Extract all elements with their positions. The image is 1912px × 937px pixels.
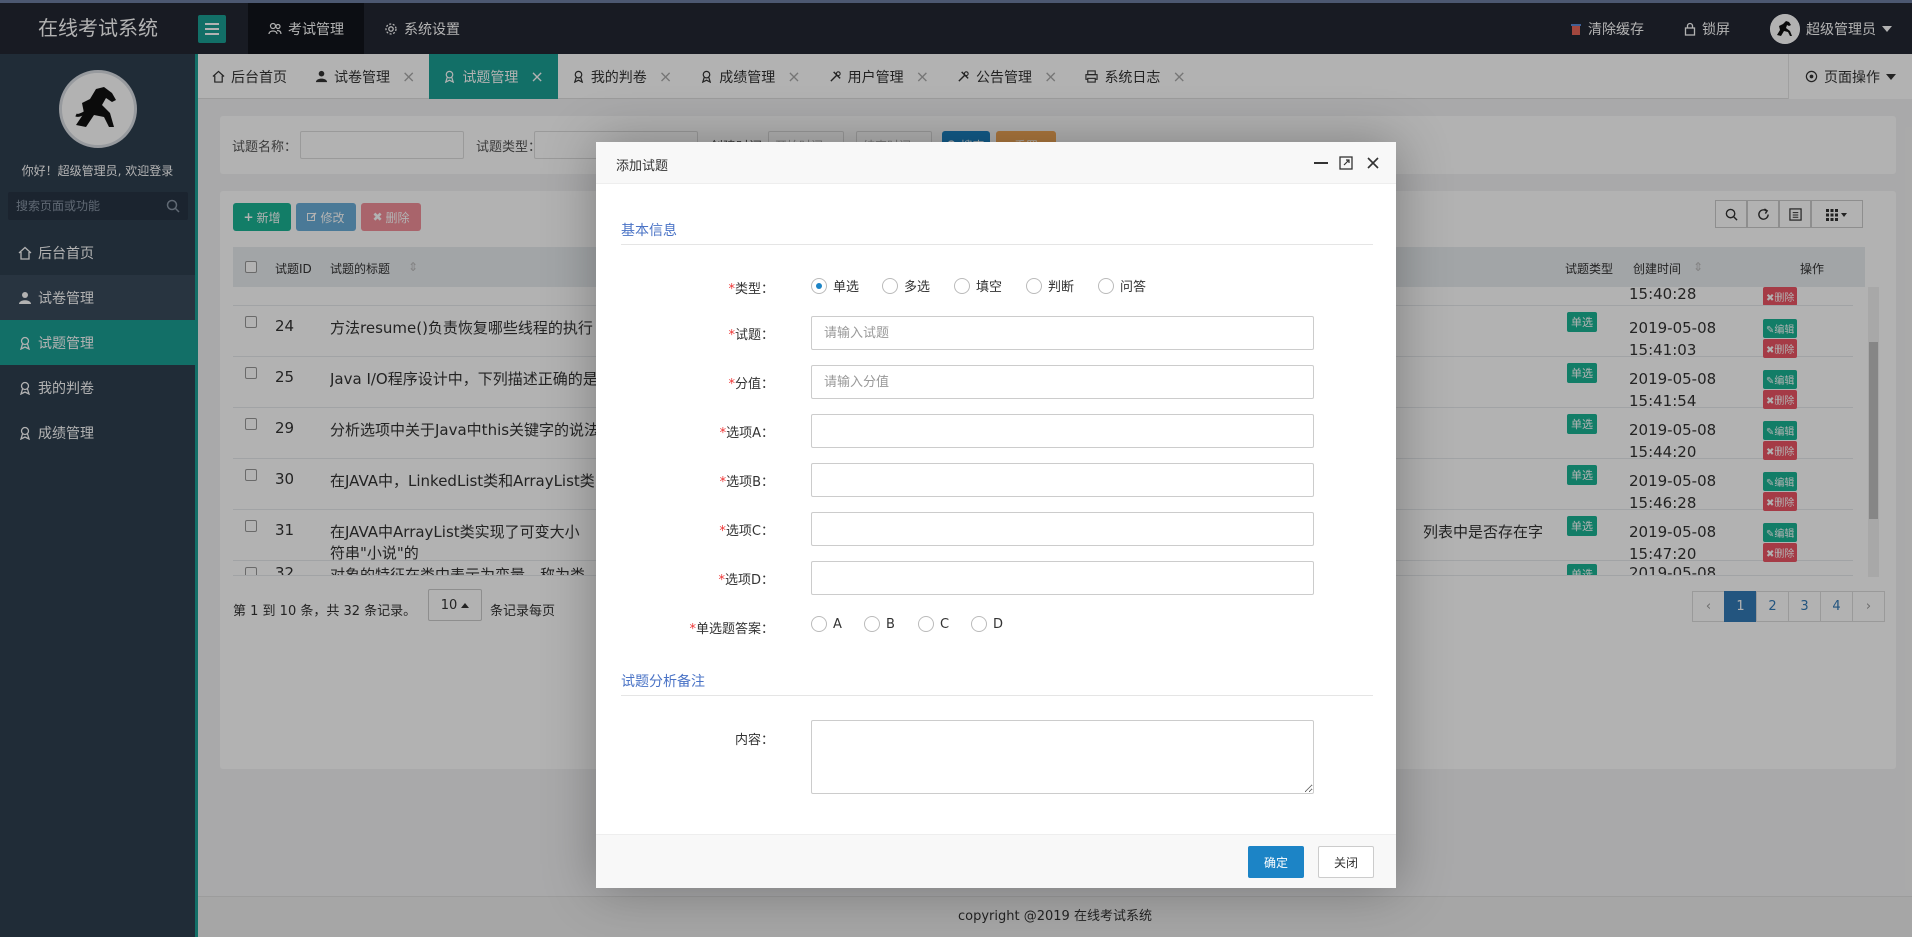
section-analysis-notes: 试题分析备注 [621,671,1373,696]
option-b-label-text: 选项B： [726,475,774,490]
question-label: *试题： [596,324,774,343]
answer-radio-b[interactable]: B [864,616,895,632]
dialog-footer: 确定 关闭 [596,834,1396,888]
dialog-header[interactable]: 添加试题 [596,142,1396,184]
radio-label: D [993,616,1004,632]
option-c-label-text: 选项C： [725,524,774,539]
radio-circle [971,616,987,632]
option-b-input[interactable] [811,463,1314,497]
question-label-text: 试题： [734,328,774,343]
type-radio-fill[interactable]: 填空 [954,276,1002,295]
radio-label: 多选 [904,280,931,295]
answer-radio-d[interactable]: D [971,616,1003,632]
radio-circle [954,277,970,294]
radio-label: 单选 [833,280,860,295]
radio-circle [811,277,827,294]
minimize-icon[interactable] [1314,162,1328,164]
option-a-label-text: 选项A： [726,426,774,441]
option-d-label: *选项D： [596,569,774,588]
option-d-label-text: 选项D： [724,573,774,588]
close-icon[interactable] [1367,157,1379,169]
radio-circle [811,616,827,632]
radio-circle [864,616,880,632]
option-a-label: *选项A： [596,422,774,441]
content-textarea[interactable] [811,720,1314,794]
type-radio-judge[interactable]: 判断 [1026,276,1074,295]
type-radio-single[interactable]: 单选 [811,276,859,295]
radio-label: 判断 [1048,280,1075,295]
dialog-title: 添加试题 [616,159,669,174]
question-input[interactable] [811,316,1314,350]
radio-label: 填空 [976,280,1003,295]
score-input[interactable] [811,365,1314,399]
radio-circle [1098,277,1114,294]
answer-label-text: 单选题答案： [695,622,774,637]
content-label: 内容： [734,733,774,748]
confirm-button[interactable]: 确定 [1248,846,1304,878]
radio-circle [918,616,934,632]
radio-circle [1026,277,1042,294]
option-c-label: *选项C： [596,520,774,539]
section-basic-info: 基本信息 [621,220,1373,245]
option-c-input[interactable] [811,512,1314,546]
answer-radio-a[interactable]: A [811,616,842,632]
maximize-icon[interactable] [1339,156,1353,170]
type-radio-essay[interactable]: 问答 [1098,276,1146,295]
option-d-input[interactable] [811,561,1314,595]
answer-radio-c[interactable]: C [918,616,949,632]
score-label: *分值： [596,373,774,392]
type-radio-multi[interactable]: 多选 [882,276,930,295]
answer-label: *单选题答案： [596,618,774,637]
add-question-dialog: 添加试题 基本信息 *类型： 单选 多选 填空 判断 问答 *试题： *分值： … [596,142,1396,888]
option-a-input[interactable] [811,414,1314,448]
type-label-text: 类型： [734,282,774,297]
radio-label: B [886,616,895,632]
score-label-text: 分值： [734,377,774,392]
radio-label: 问答 [1120,280,1147,295]
radio-circle [882,277,898,294]
type-label: *类型： [596,278,774,297]
option-b-label: *选项B： [596,471,774,490]
close-button[interactable]: 关闭 [1318,846,1374,878]
radio-label: C [940,616,950,632]
radio-label: A [833,616,842,632]
